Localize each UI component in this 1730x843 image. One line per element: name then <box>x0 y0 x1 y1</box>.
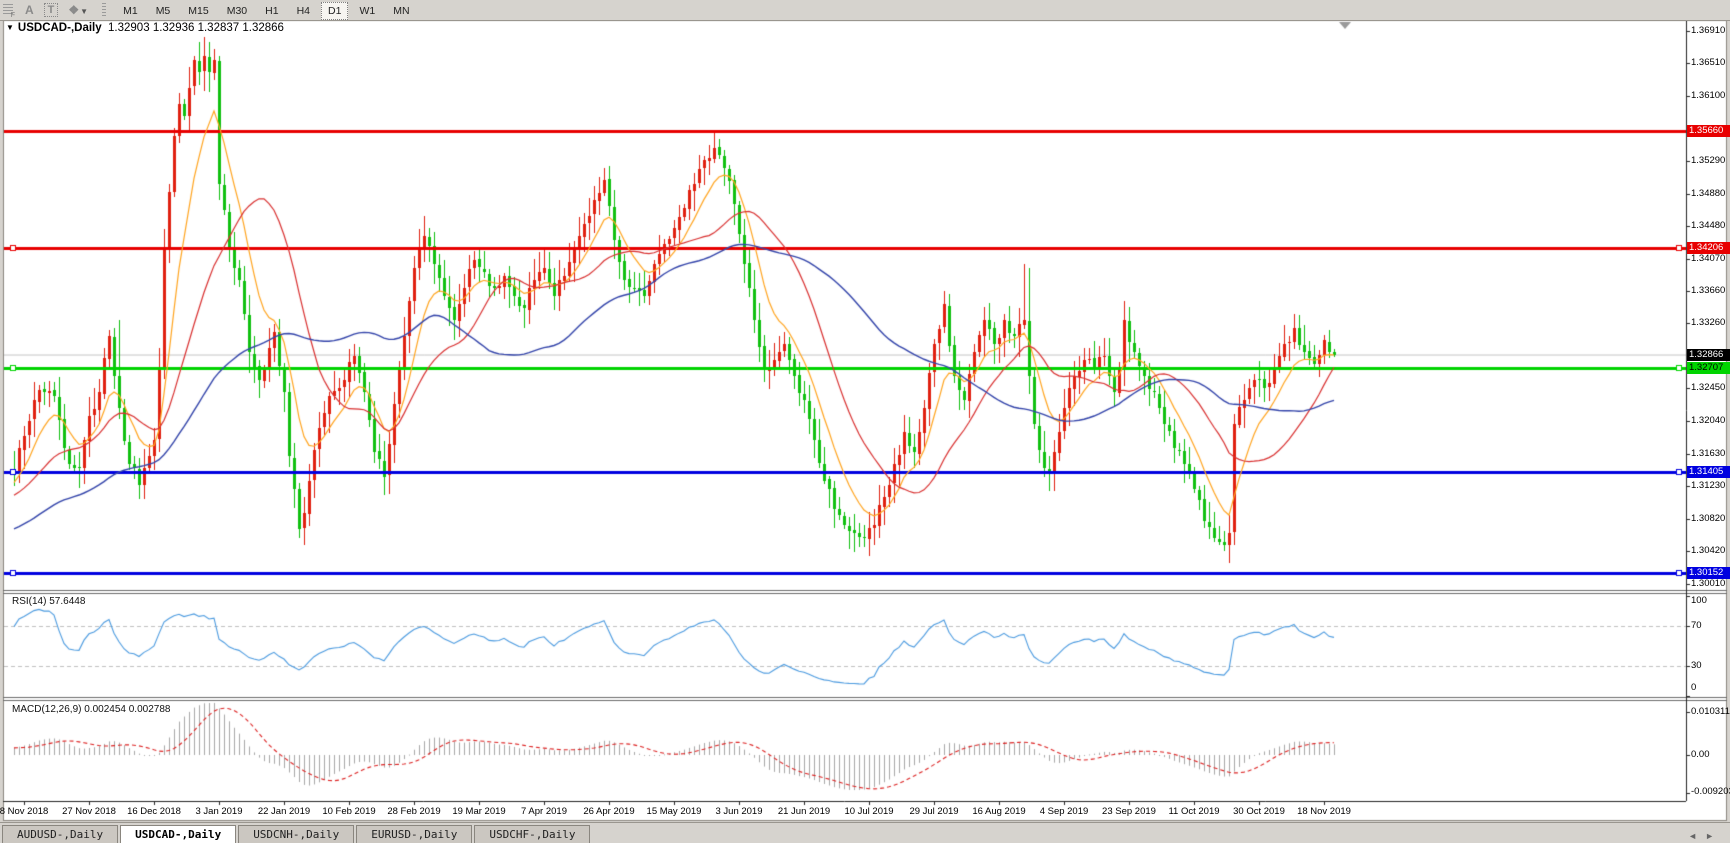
timeframe-button-m15[interactable]: M15 <box>181 2 215 20</box>
symbol-tab-usdcad[interactable]: USDCAD-,Daily <box>120 825 236 843</box>
timeframe-button-m1[interactable]: M1 <box>116 2 145 20</box>
timeframe-button-m5[interactable]: M5 <box>149 2 178 20</box>
macd-label: MACD(12,26,9) 0.002454 0.002788 <box>12 704 170 715</box>
high-value: 1.32936 <box>153 22 195 34</box>
scroll-left-icon: ◄ <box>1688 831 1705 841</box>
text-a-icon[interactable]: A <box>19 2 40 18</box>
symbol-dropdown-icon[interactable]: ▼ <box>6 23 14 32</box>
timeframe-button-h4[interactable]: H4 <box>290 2 317 20</box>
symbol-tab-usdchf[interactable]: USDCHF-,Daily <box>474 825 590 843</box>
chevron-down-icon: ▼ <box>80 7 88 16</box>
scroll-right-icon: ► <box>1705 831 1722 841</box>
symbol-tab-bar: AUDUSD-,DailyUSDCAD-,DailyUSDCNH-,DailyE… <box>0 822 1730 843</box>
timeframe-button-d1[interactable]: D1 <box>321 2 348 20</box>
close-value: 1.32866 <box>242 22 284 34</box>
timeframe-button-m30[interactable]: M30 <box>220 2 254 20</box>
cursor-tool-icon[interactable]: ❖▼ <box>62 2 94 18</box>
symbol-tab-usdcnh[interactable]: USDCNH-,Daily <box>238 825 354 843</box>
timeframe-button-mn[interactable]: MN <box>386 2 416 20</box>
open-value: 1.32903 <box>108 22 150 34</box>
rsi-label: RSI(14) 57.6448 <box>12 596 85 607</box>
tab-scroll-arrows[interactable]: ◄► <box>1688 831 1722 841</box>
timeframe-button-h1[interactable]: H1 <box>258 2 285 20</box>
symbol-tab-audusd[interactable]: AUDUSD-,Daily <box>2 825 118 843</box>
toolbar-grip[interactable]: F <box>3 4 13 16</box>
low-value: 1.32837 <box>198 22 240 34</box>
symbol-label: USDCAD-,Daily <box>18 22 102 34</box>
templates-grid-icon: F <box>11 12 15 19</box>
symbol-tab-eurusd[interactable]: EURUSD-,Daily <box>356 825 472 843</box>
terminal-window: F A T ❖▼ M1M5M15 M30H1 H4D1W1MN ▼ USDCAD-,D… <box>0 0 1730 843</box>
timeframe-button-group: M1M5M15 M30H1 H4D1W1MN <box>114 1 418 19</box>
price-chart-canvas[interactable] <box>0 0 1730 843</box>
top-toolbar: F A T ❖▼ M1M5M15 M30H1 H4D1W1MN <box>0 0 1730 21</box>
chart-header: ▼ USDCAD-,Daily 1.32903 1.32936 1.32837 1… <box>6 22 284 34</box>
timeframe-button-w1[interactable]: W1 <box>352 2 382 20</box>
text-t-icon[interactable]: T <box>44 3 59 17</box>
toolbar-grip[interactable] <box>102 3 106 17</box>
